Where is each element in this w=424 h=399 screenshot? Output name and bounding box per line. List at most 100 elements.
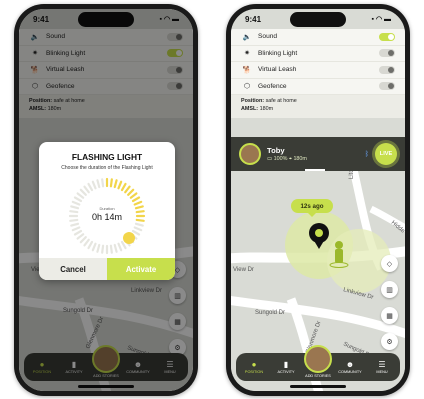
dog-icon: 🐕 <box>242 66 252 74</box>
dial-tick <box>113 243 118 253</box>
gps-icon: ⌖ <box>288 155 292 162</box>
geofence-toggle[interactable] <box>379 82 395 91</box>
last-update-badge: 12s ago <box>291 199 333 217</box>
street-view: View Dr <box>233 267 254 273</box>
dial-tick <box>120 182 127 192</box>
nav-add-stories[interactable]: ADD STORIES <box>303 344 333 378</box>
dial-tick <box>101 178 105 188</box>
amsl-value: 180m <box>259 105 274 112</box>
dial-tick <box>109 178 113 188</box>
dialog-buttons: Cancel Activate <box>39 258 175 280</box>
duration-readout: Duration 0h 14m <box>67 206 147 222</box>
virtual-leash-toggle[interactable] <box>379 65 395 74</box>
pin-icon: ● <box>251 360 257 369</box>
position-value: safe at home <box>265 98 297 104</box>
setting-row-geofence[interactable]: ⬡ Geofence <box>231 79 405 95</box>
screen-left: View Dr Linkview Dr Sungold Dr Glenmore … <box>19 9 193 391</box>
dial-tick <box>79 188 87 196</box>
blinking-light-toggle[interactable] <box>379 49 395 58</box>
nav-label: ADD STORIES <box>305 373 331 378</box>
dial-tick <box>134 222 144 227</box>
dial-tick <box>129 192 138 199</box>
map-layers-button[interactable]: ▥ <box>381 281 398 298</box>
pet-avatar[interactable] <box>239 143 261 165</box>
pet-name: Toby <box>267 145 285 155</box>
sound-toggle[interactable] <box>379 32 395 41</box>
distance-value: 180m <box>293 155 307 162</box>
dial-tick <box>96 179 101 189</box>
battery-value: 100% <box>273 155 288 162</box>
setting-row-sound[interactable]: 🔈 Sound <box>231 29 405 46</box>
hamburger-icon: ☰ <box>378 360 386 369</box>
setting-label: Sound <box>258 33 278 41</box>
center-map-button[interactable]: ◇ <box>381 255 398 272</box>
position-label: Position: <box>241 98 265 104</box>
dial-tick <box>117 242 123 252</box>
nav-menu[interactable]: ☰ MENU <box>367 360 397 374</box>
calendar-button[interactable]: ▦ <box>381 307 398 324</box>
dial-tick <box>76 192 85 199</box>
setting-row-virtual-leash[interactable]: 🐕 Virtual Leash <box>231 62 405 79</box>
dial-tick <box>124 185 131 194</box>
dial-tick <box>79 236 87 244</box>
dial-tick <box>127 188 135 196</box>
pet-meta: ▭ 100% ⌖ 180m <box>267 156 365 163</box>
nav-label: ACTIVITY <box>277 370 295 374</box>
dial-tick <box>117 180 123 190</box>
bottom-nav: ● POSITION ▮ ACTIVITY ADD STORIES ☻ COMM… <box>236 344 400 381</box>
cancel-button[interactable]: Cancel <box>39 258 107 280</box>
dial-tick <box>83 185 90 194</box>
duration-label: Duration <box>99 206 115 211</box>
amsl-label: AMSL: <box>241 105 259 112</box>
dial-tick <box>71 200 81 206</box>
dial-tick <box>91 242 97 252</box>
dial-tick <box>133 200 143 206</box>
tab-indicator <box>305 169 325 171</box>
dial-tick <box>76 233 85 240</box>
nav-label: POSITION <box>244 370 264 374</box>
pet-avatar <box>304 344 332 373</box>
nav-label: COMMUNITY <box>338 370 362 374</box>
dial-tick <box>83 238 90 247</box>
dial-tick <box>96 243 101 253</box>
geofence-icon: ⬡ <box>243 83 251 91</box>
dialog-title: FLASHING LIGHT <box>71 152 143 162</box>
notch <box>290 12 346 27</box>
street-sungold: Sungold Dr <box>255 310 285 316</box>
nav-community[interactable]: ☻ COMMUNITY <box>335 360 365 374</box>
home-indicator <box>290 385 346 388</box>
settings-gear-button[interactable]: ⚙ <box>381 333 398 350</box>
screen-right: Litchfield View Dr Linkview Dr Sungold D… <box>231 9 405 391</box>
nav-activity[interactable]: ▮ ACTIVITY <box>271 360 301 374</box>
setting-row-blinking-light[interactable]: ✷ Blinking Light <box>231 46 405 62</box>
pet-status-bar[interactable]: Toby ▭ 100% ⌖ 180m ᛒ LIVE <box>231 137 405 171</box>
dial-tick <box>120 240 127 250</box>
dialog-subtitle: Choose the duration of the Flashing Ligh… <box>61 165 153 171</box>
speaker-icon: 🔈 <box>242 33 252 41</box>
setting-label: Virtual Leash <box>258 66 297 74</box>
setting-label: Blinking Light <box>258 49 298 57</box>
bluetooth-icon: ᛒ <box>364 150 369 158</box>
sun-icon: ✷ <box>244 50 250 58</box>
settings-panel: 🔈 Sound ✷ Blinking Light 🐕 Virtual Leash… <box>231 29 405 118</box>
dial-tick <box>133 226 143 232</box>
dial-tick <box>91 180 97 190</box>
duration-value: 0h 14m <box>91 212 123 222</box>
dial-tick <box>131 196 141 203</box>
status-indicators: ▪ ◠ ▬ <box>371 16 391 23</box>
nav-label: MENU <box>376 370 388 374</box>
position-info: Position: safe at home AMSL: 180m <box>231 95 405 118</box>
dial-tick <box>87 240 94 250</box>
dial-handle[interactable] <box>123 232 135 244</box>
pet-info: Toby ▭ 100% ⌖ 180m <box>267 146 365 163</box>
live-button[interactable]: LIVE <box>375 143 397 165</box>
dial-tick <box>131 229 141 236</box>
phone-right: Litchfield View Dr Linkview Dr Sungold D… <box>226 4 410 396</box>
dial-tick <box>71 226 81 232</box>
dial-tick <box>73 229 83 236</box>
status-time: 9:41 <box>245 14 262 24</box>
dial-tick <box>113 179 118 189</box>
nav-position[interactable]: ● POSITION <box>239 360 269 374</box>
dial-tick <box>109 244 113 254</box>
activate-button[interactable]: Activate <box>107 258 175 280</box>
